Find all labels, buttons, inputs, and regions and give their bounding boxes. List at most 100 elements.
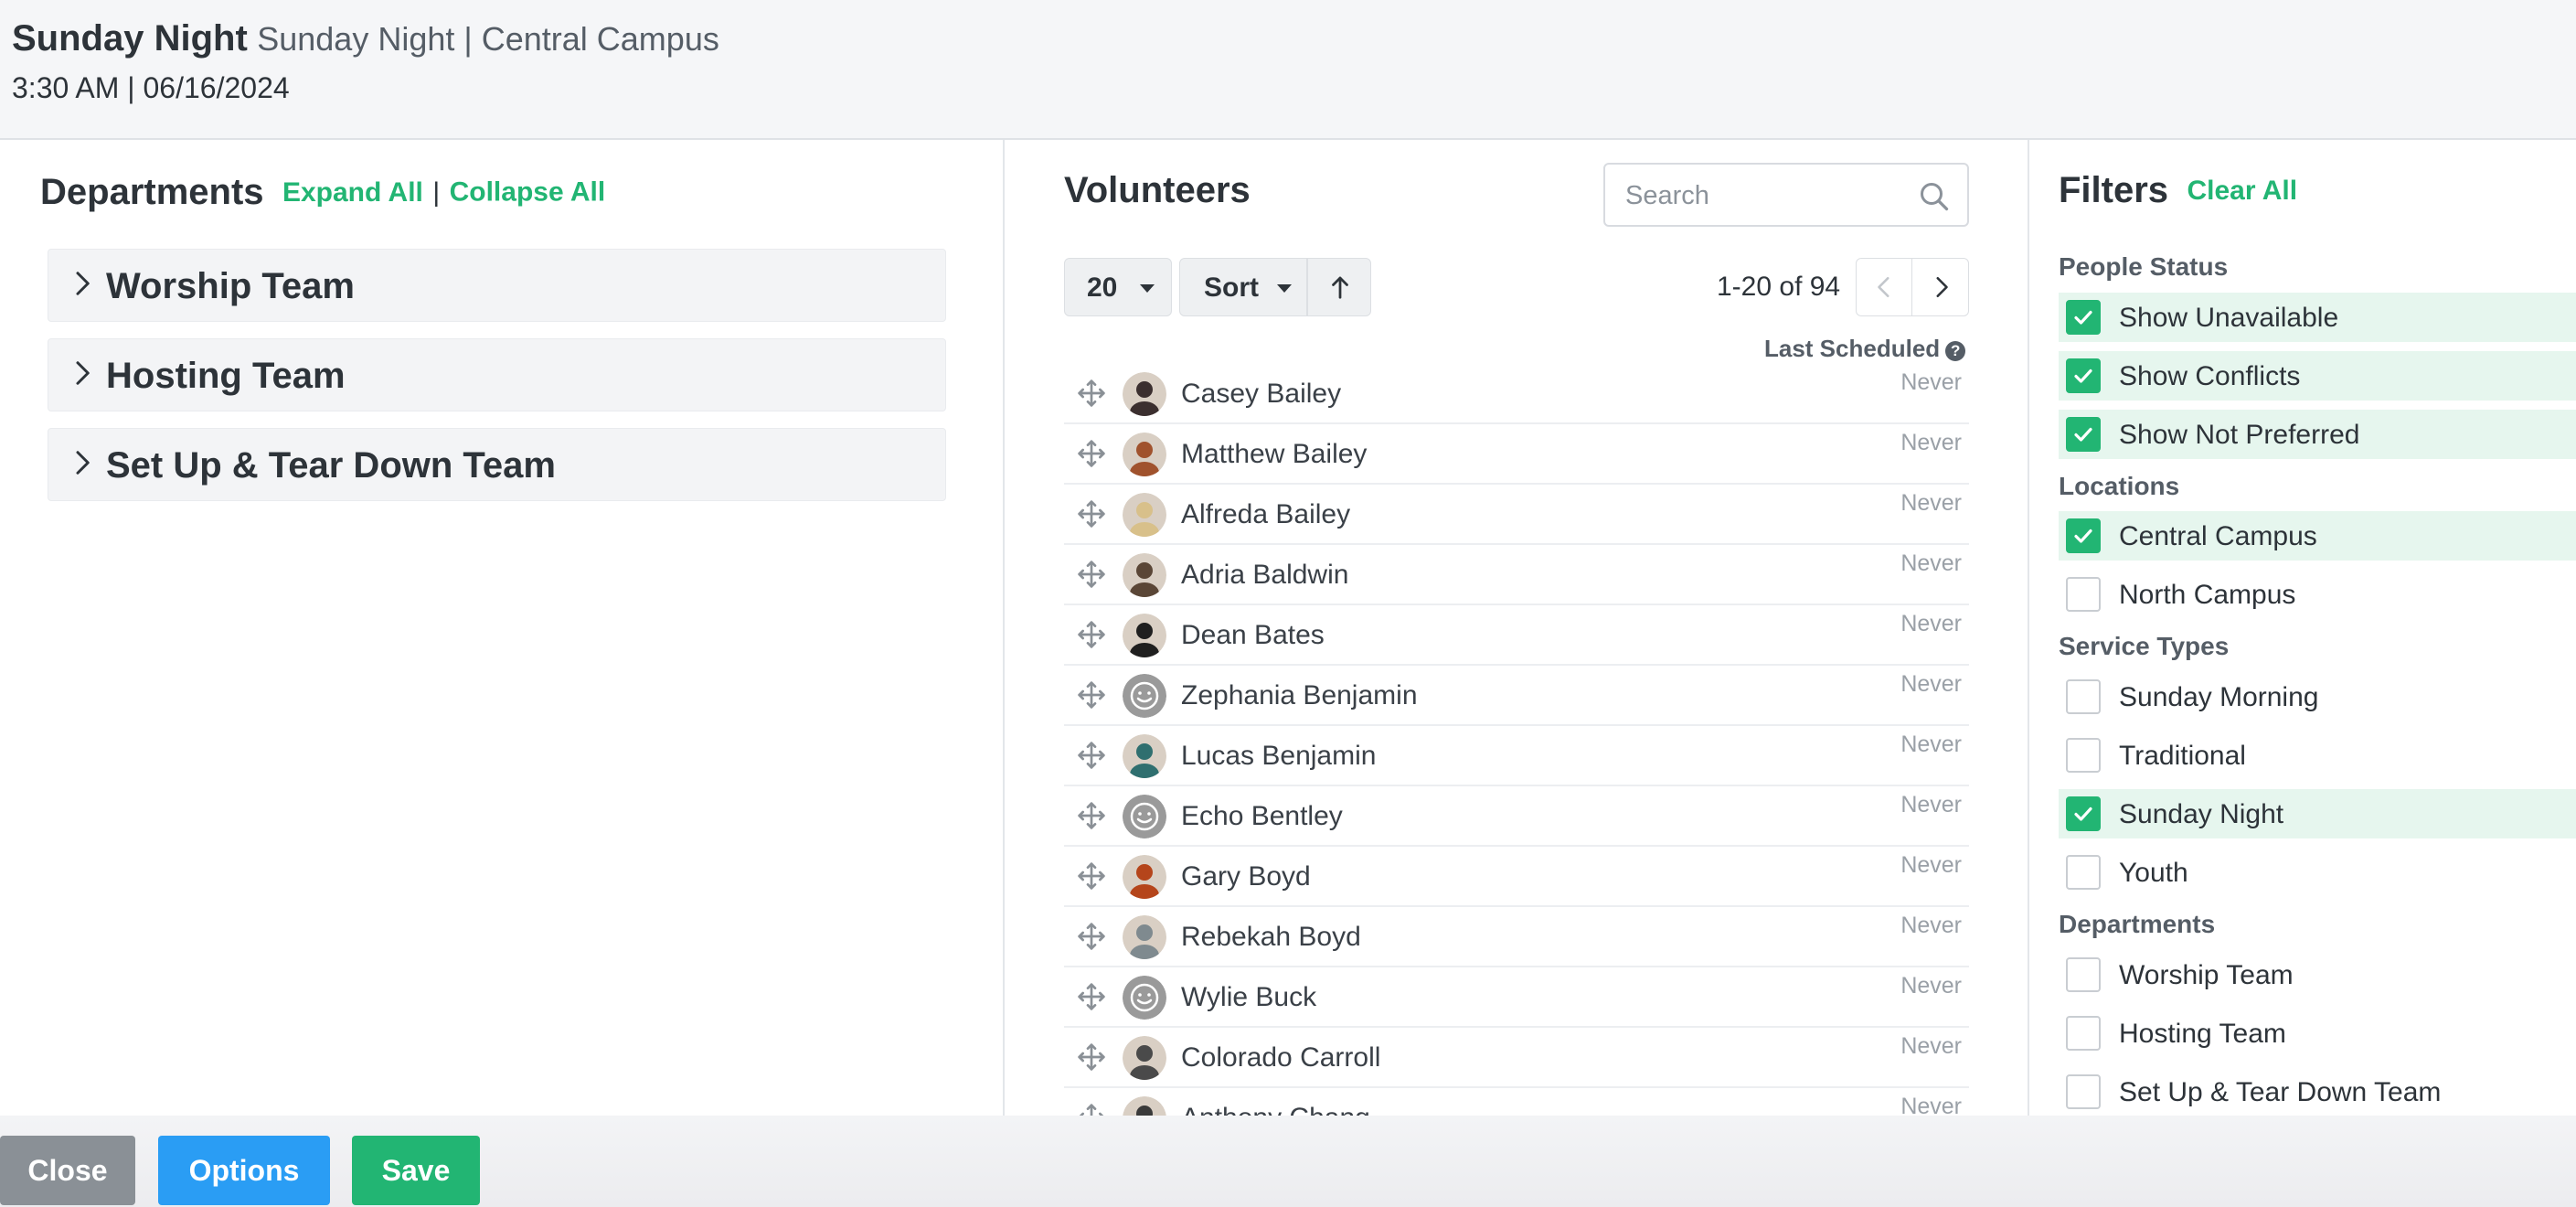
drag-move-icon[interactable] <box>1077 680 1106 710</box>
drag-move-icon[interactable] <box>1077 1103 1106 1116</box>
filter-central-campus[interactable]: Central Campus <box>2059 511 2576 561</box>
chevron-left-icon <box>1878 276 1889 298</box>
volunteer-name[interactable]: Rebekah Boyd <box>1181 922 1361 953</box>
checkbox-unchecked[interactable] <box>2066 957 2101 992</box>
avatar <box>1123 1036 1166 1080</box>
volunteer-name[interactable]: Gary Boyd <box>1181 861 1311 892</box>
drag-move-icon[interactable] <box>1077 560 1106 589</box>
avatar <box>1123 734 1166 778</box>
filter-north-campus[interactable]: North Campus <box>2059 570 2576 619</box>
volunteer-row[interactable]: Echo Bentley Never <box>1064 786 1969 847</box>
volunteer-row[interactable]: Dean Bates Never <box>1064 605 1969 666</box>
clear-all-link[interactable]: Clear All <box>2187 176 2298 206</box>
next-page-button[interactable] <box>1912 258 1969 316</box>
checkbox-checked[interactable] <box>2066 796 2101 831</box>
drag-move-icon[interactable] <box>1077 982 1106 1011</box>
save-button[interactable]: Save <box>352 1136 480 1205</box>
checkbox-unchecked[interactable] <box>2066 855 2101 890</box>
search-icon[interactable] <box>1918 180 1951 213</box>
filter-show-conflicts[interactable]: Show Conflicts <box>2059 351 2576 401</box>
link-separator: | <box>432 176 441 208</box>
volunteer-row[interactable]: Lucas Benjamin Never <box>1064 726 1969 786</box>
checkbox-unchecked[interactable] <box>2066 1016 2101 1051</box>
volunteer-name[interactable]: Wylie Buck <box>1181 982 1316 1013</box>
filters-header: Filters Clear All <box>2059 170 2297 211</box>
avatar <box>1123 674 1166 718</box>
checkbox-unchecked[interactable] <box>2066 738 2101 773</box>
options-button[interactable]: Options <box>158 1136 330 1205</box>
checkbox-unchecked[interactable] <box>2066 679 2101 714</box>
search-input[interactable] <box>1625 176 1900 216</box>
filter-show-not-preferred[interactable]: Show Not Preferred <box>2059 410 2576 459</box>
volunteer-name[interactable]: Zephania Benjamin <box>1181 680 1418 711</box>
volunteer-name[interactable]: Casey Bailey <box>1181 379 1341 410</box>
page-header: Sunday Night Sunday Night | Central Camp… <box>0 0 2576 140</box>
drag-move-icon[interactable] <box>1077 861 1106 891</box>
filter-group-departments: Departments <box>2059 910 2216 938</box>
filter-hosting-team[interactable]: Hosting Team <box>2059 1009 2576 1058</box>
department-worship-team[interactable]: Worship Team <box>48 249 946 322</box>
collapse-all-link[interactable]: Collapse All <box>450 177 606 208</box>
checkbox-unchecked[interactable] <box>2066 1074 2101 1109</box>
filter-group-people-status: People Status <box>2059 252 2229 281</box>
arrow-up-icon <box>1332 276 1348 299</box>
sort-dropdown[interactable]: Sort <box>1179 258 1307 316</box>
last-scheduled-value: Never <box>1900 913 1962 938</box>
drag-move-icon[interactable] <box>1077 439 1106 468</box>
volunteer-name[interactable]: Alfreda Bailey <box>1181 499 1350 530</box>
avatar <box>1123 855 1166 899</box>
drag-move-icon[interactable] <box>1077 379 1106 408</box>
checkbox-checked[interactable] <box>2066 300 2101 335</box>
checkbox-checked[interactable] <box>2066 417 2101 452</box>
volunteer-row[interactable]: Rebekah Boyd Never <box>1064 907 1969 967</box>
department-setup-teardown-team[interactable]: Set Up & Tear Down Team <box>48 428 946 501</box>
volunteer-row[interactable]: Gary Boyd Never <box>1064 847 1969 907</box>
chevron-right-icon <box>76 451 90 475</box>
department-hosting-team[interactable]: Hosting Team <box>48 338 946 411</box>
volunteer-name[interactable]: Colorado Carroll <box>1181 1042 1380 1073</box>
volunteer-row[interactable]: Wylie Buck Never <box>1064 967 1969 1028</box>
volunteer-name[interactable]: Dean Bates <box>1181 620 1325 651</box>
help-icon[interactable]: ? <box>1945 341 1966 361</box>
volunteer-name[interactable]: Anthony Chang <box>1181 1103 1370 1116</box>
filter-youth[interactable]: Youth <box>2059 848 2576 897</box>
last-scheduled-value: Never <box>1900 611 1962 636</box>
filter-label: Sunday Morning <box>2119 682 2319 712</box>
volunteer-row[interactable]: Colorado Carroll Never <box>1064 1028 1969 1088</box>
filter-label: Traditional <box>2119 741 2246 771</box>
volunteer-name[interactable]: Lucas Benjamin <box>1181 741 1376 772</box>
checkbox-checked[interactable] <box>2066 358 2101 393</box>
event-title-line: Sunday Night Sunday Night | Central Camp… <box>12 18 719 59</box>
drag-move-icon[interactable] <box>1077 1042 1106 1072</box>
drag-move-icon[interactable] <box>1077 801 1106 830</box>
volunteer-row[interactable]: Adria Baldwin Never <box>1064 545 1969 605</box>
volunteer-row[interactable]: Zephania Benjamin Never <box>1064 666 1969 726</box>
page-size-dropdown[interactable]: 20 <box>1064 258 1172 316</box>
checkbox-checked[interactable] <box>2066 518 2101 553</box>
drag-move-icon[interactable] <box>1077 741 1106 770</box>
sort-direction-button[interactable] <box>1307 258 1371 316</box>
filter-sunday-morning[interactable]: Sunday Morning <box>2059 672 2576 721</box>
volunteer-row[interactable]: Anthony Chang Never <box>1064 1088 1969 1116</box>
volunteer-name[interactable]: Echo Bentley <box>1181 801 1343 832</box>
avatar <box>1123 614 1166 657</box>
drag-move-icon[interactable] <box>1077 922 1106 951</box>
volunteer-row[interactable]: Casey Bailey Never <box>1064 364 1969 424</box>
checkbox-unchecked[interactable] <box>2066 577 2101 612</box>
last-scheduled-value: Never <box>1900 1033 1962 1059</box>
expand-all-link[interactable]: Expand All <box>282 177 423 208</box>
filter-worship-team[interactable]: Worship Team <box>2059 950 2576 999</box>
volunteer-name[interactable]: Matthew Bailey <box>1181 439 1367 470</box>
close-button[interactable]: Close <box>0 1136 135 1205</box>
filter-traditional[interactable]: Traditional <box>2059 731 2576 780</box>
prev-page-button[interactable] <box>1856 258 1912 316</box>
drag-move-icon[interactable] <box>1077 620 1106 649</box>
drag-move-icon[interactable] <box>1077 499 1106 529</box>
filter-show-unavailable[interactable]: Show Unavailable <box>2059 293 2576 342</box>
column-divider-right <box>2028 140 2029 1118</box>
volunteer-name[interactable]: Adria Baldwin <box>1181 560 1348 591</box>
filter-sunday-night[interactable]: Sunday Night <box>2059 789 2576 838</box>
volunteer-row[interactable]: Matthew Bailey Never <box>1064 424 1969 485</box>
filter-setup-teardown-team[interactable]: Set Up & Tear Down Team <box>2059 1067 2576 1116</box>
volunteer-row[interactable]: Alfreda Bailey Never <box>1064 485 1969 545</box>
